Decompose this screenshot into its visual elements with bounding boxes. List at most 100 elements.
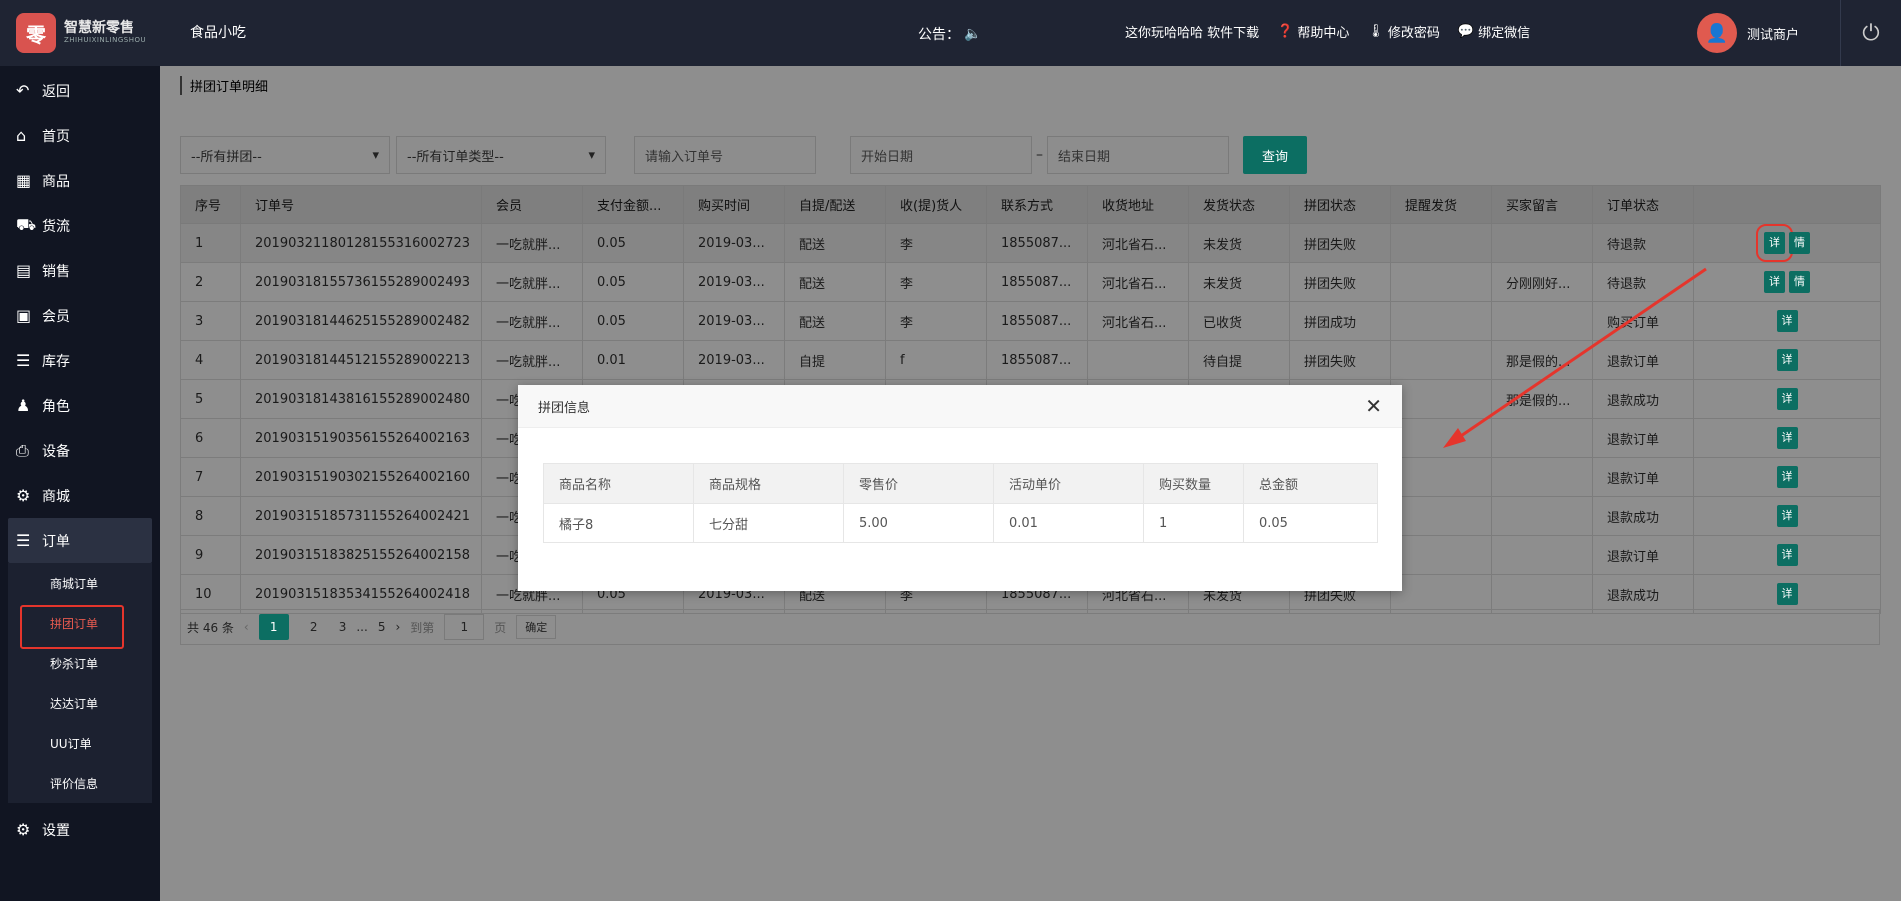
table-cell: 分刚刚好... <box>1491 262 1593 302</box>
sidebar-item-stock[interactable]: ☰ 库存 <box>0 338 160 383</box>
sidebar-item-logistics[interactable]: ⛟ 货流 <box>0 203 160 248</box>
brand-name-en: ZHIHUIXINLINGSHOU <box>64 35 147 44</box>
detail-button[interactable]: 详 <box>1776 505 1798 527</box>
page-number[interactable]: 3 <box>339 614 347 640</box>
table-cell: 2019-03... <box>683 340 785 380</box>
help-link[interactable]: ❓ 帮助中心 <box>1277 22 1349 41</box>
chevron-down-icon: ▾ <box>588 147 595 163</box>
table-cell: 8 <box>180 496 241 536</box>
power-icon[interactable]: ⏻ <box>1840 0 1901 66</box>
change-password-link[interactable]: 🌡 修改密码 <box>1367 22 1440 41</box>
detail-button[interactable]: 详 <box>1756 224 1793 262</box>
table-cell <box>1390 301 1492 341</box>
actions-cell: 详 <box>1693 340 1881 380</box>
user-menu[interactable]: 👤 测试商户 <box>1697 13 1799 53</box>
table-cell: 20190318143816155289002480 <box>240 379 482 419</box>
brand-logo[interactable]: 零 智慧新零售 ZHIHUIXINLINGSHOU <box>0 0 160 66</box>
sidebar-item-orders[interactable]: ☰ 订单 <box>8 518 152 563</box>
sidebar-item-sales[interactable]: ▤ 销售 <box>0 248 160 293</box>
download-link[interactable]: 这你玩哈哈哈 软件下载 <box>1125 22 1259 41</box>
column-header: 订单号 <box>240 185 482 224</box>
sidebar-sub-group-orders[interactable]: 拼团订单 <box>8 603 152 649</box>
page-number[interactable]: 5 <box>378 614 386 640</box>
sidebar-item-goods[interactable]: ▦ 商品 <box>0 158 160 203</box>
table-cell: 10 <box>180 574 241 614</box>
start-date-input[interactable]: 开始日期 <box>850 136 1032 174</box>
sidebar-item-back[interactable]: ↶ 返回 <box>0 68 160 113</box>
notice[interactable]: 公告： 🔈 <box>918 24 981 44</box>
table-cell: 0.05 <box>582 262 684 302</box>
table-cell: 0.05 <box>582 223 684 263</box>
detail-button[interactable]: 详 <box>1776 583 1798 605</box>
actions-cell: 详情 <box>1693 223 1881 263</box>
goto-page-input[interactable]: 1 <box>444 614 485 640</box>
page-number[interactable]: 2 <box>299 614 329 640</box>
table-cell: 一吃就胖... <box>481 262 583 302</box>
detail-button[interactable]: 详 <box>1776 466 1798 488</box>
table-row: 3 20190318144625155289002482 一吃就胖... 0.05 20… <box>180 301 1881 341</box>
detail-button[interactable]: 详 <box>1764 271 1785 293</box>
table-cell: 河北省石... <box>1087 262 1189 302</box>
group-select-value: --所有拼团-- <box>191 149 262 165</box>
sidebar-item-home[interactable]: ⌂ 首页 <box>0 113 160 158</box>
sidebar-item-roles[interactable]: ♟ 角色 <box>0 383 160 428</box>
table-cell: 2019-03... <box>683 301 785 341</box>
prev-page-icon[interactable]: ‹ <box>244 620 249 634</box>
goto-confirm-button[interactable]: 确定 <box>516 615 557 639</box>
sidebar-sub-dada-orders[interactable]: 达达订单 <box>8 683 152 723</box>
table-cell: 20190318144512155289002213 <box>240 340 482 380</box>
detail-button[interactable]: 详 <box>1776 388 1798 410</box>
detail-button[interactable]: 详 <box>1776 310 1798 332</box>
chat-icon: 💬 <box>1457 24 1475 39</box>
column-header: 活动单价 <box>993 463 1144 504</box>
table-cell: 河北省石... <box>1087 223 1189 263</box>
list-icon: ☰ <box>16 531 31 550</box>
sidebar-sub-reviews[interactable]: 评价信息 <box>8 763 152 803</box>
table-cell <box>1390 223 1492 263</box>
bind-wechat-link[interactable]: 💬 绑定微信 <box>1458 22 1530 41</box>
table-cell: 退款订单 <box>1592 457 1694 497</box>
sidebar-item-settings[interactable]: ⚙ 设置 <box>0 807 160 852</box>
order-type-select[interactable]: --所有订单类型-- ▾ <box>396 136 606 174</box>
download-link-label: 这你玩哈哈哈 软件下载 <box>1125 26 1260 41</box>
orders-submenu: 商城订单 拼团订单 秒杀订单 达达订单 UU订单 评价信息 <box>8 563 152 803</box>
truck-icon: ⛟ <box>16 215 37 234</box>
page-unit: 页 <box>494 620 507 635</box>
table-cell: 河北省石... <box>1087 301 1189 341</box>
sidebar-sub-flash-orders[interactable]: 秒杀订单 <box>8 643 152 683</box>
table-cell: 七分甜 <box>693 503 844 543</box>
sidebar-item-members[interactable]: ▣ 会员 <box>0 293 160 338</box>
gear-icon: ⚙ <box>16 486 31 505</box>
sidebar-sub-mall-orders[interactable]: 商城订单 <box>8 563 152 603</box>
sidebar-sub-uu-orders[interactable]: UU订单 <box>8 723 152 763</box>
table-cell: 那是假的... <box>1491 340 1593 380</box>
order-number-placeholder: 请输入订单号 <box>645 149 724 165</box>
refund-button[interactable]: 情 <box>1789 232 1810 254</box>
sidebar-item-label: 销售 <box>42 263 70 280</box>
detail-button[interactable]: 详 <box>1776 427 1798 449</box>
group-select[interactable]: --所有拼团-- ▾ <box>180 136 390 174</box>
detail-button[interactable]: 详 <box>1776 544 1798 566</box>
actions-cell: 详 <box>1693 301 1881 341</box>
table-cell: 0.05 <box>1243 503 1378 543</box>
table-cell <box>1491 574 1593 614</box>
table-cell: 一吃就胖... <box>481 301 583 341</box>
sidebar-item-mall[interactable]: ⚙ 商城 <box>0 473 160 518</box>
next-page-icon[interactable]: › <box>395 620 400 634</box>
order-number-input[interactable]: 请输入订单号 <box>634 136 816 174</box>
table-cell: 待退款 <box>1592 262 1694 302</box>
table-cell: 5 <box>180 379 241 419</box>
sidebar-item-label: 货流 <box>42 218 70 235</box>
member-card-icon: ▣ <box>16 306 32 325</box>
order-type-select-value: --所有订单类型-- <box>407 149 504 165</box>
query-button[interactable]: 查询 <box>1243 136 1307 174</box>
refund-button[interactable]: 情 <box>1789 271 1810 293</box>
page-number[interactable]: 1 <box>258 614 289 640</box>
end-date-input[interactable]: 结束日期 <box>1047 136 1229 174</box>
close-icon[interactable]: ✕ <box>1365 394 1382 418</box>
pagination: 共 46 条 ‹ 1 2 3 ... 5 › 到第 1 页 确定 <box>180 609 1880 645</box>
highlight-box <box>20 605 124 649</box>
detail-button[interactable]: 详 <box>1776 349 1798 371</box>
sidebar-item-devices[interactable]: ⎙ 设备 <box>0 428 160 473</box>
table-cell: 20190318155736155289002493 <box>240 262 482 302</box>
